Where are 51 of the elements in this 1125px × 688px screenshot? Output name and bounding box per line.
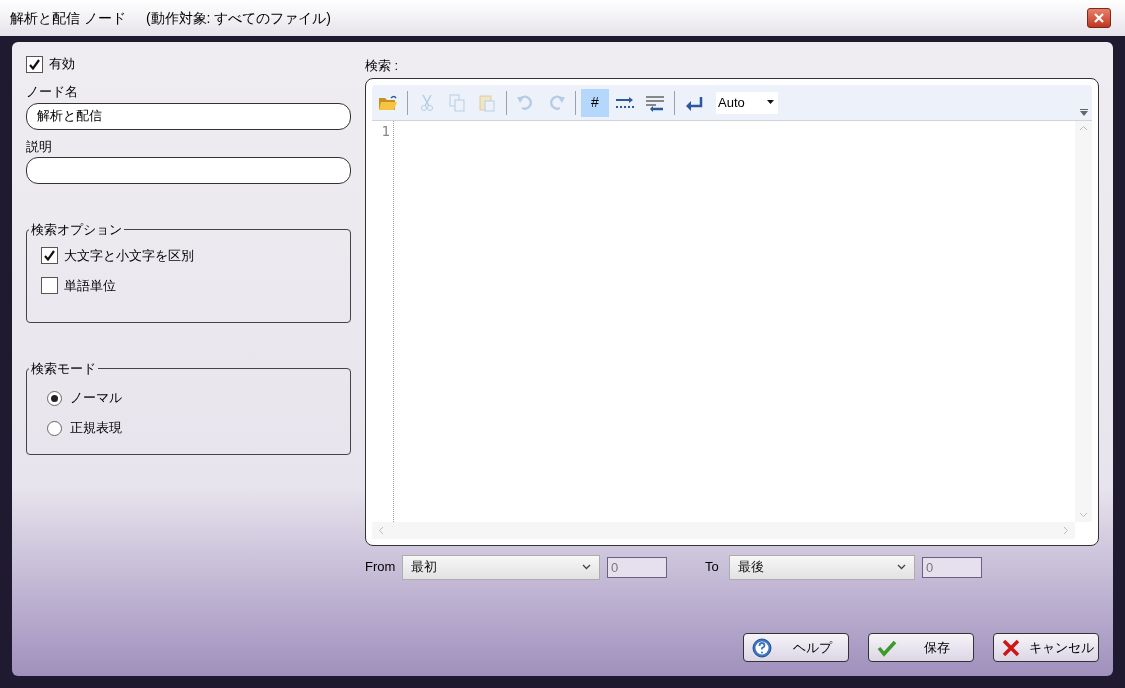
clipboard-icon bbox=[478, 93, 496, 112]
scroll-up-icon bbox=[1079, 125, 1088, 131]
radio-button[interactable] bbox=[47, 390, 62, 406]
offset-field[interactable]: 0 bbox=[607, 556, 667, 578]
copy-icon bbox=[448, 93, 466, 112]
window-title: 解析と配信 ノード bbox=[10, 8, 126, 28]
group-title: 検索モード bbox=[30, 359, 97, 378]
description-field[interactable] bbox=[26, 157, 351, 184]
checkbox[interactable] bbox=[26, 55, 43, 73]
vertical-scrollbar[interactable] bbox=[1075, 121, 1092, 522]
close-button[interactable] bbox=[1087, 8, 1111, 28]
radio-label: ノーマル bbox=[70, 389, 122, 408]
close-icon bbox=[1094, 13, 1104, 23]
scroll-left-icon bbox=[378, 526, 384, 535]
chevron-down-icon bbox=[897, 564, 906, 570]
dropdown-arrow-icon bbox=[767, 100, 774, 105]
checkbox-label: 大文字と小文字を区別 bbox=[64, 246, 194, 265]
close-icon bbox=[1002, 638, 1020, 657]
checkbox[interactable] bbox=[41, 247, 58, 264]
overflow-icon bbox=[1080, 109, 1088, 116]
group-title: 検索オプション bbox=[30, 221, 123, 239]
checkbox-label: 単語単位 bbox=[64, 276, 116, 295]
node-name-field[interactable]: 解析と配信 bbox=[26, 102, 351, 130]
dropdown[interactable]: 最初 bbox=[402, 554, 600, 580]
checkbox-label: 有効 bbox=[49, 55, 75, 74]
checkmark-icon bbox=[877, 638, 897, 657]
dropdown[interactable]: 最後 bbox=[729, 554, 915, 580]
field-label: ノード名 bbox=[26, 83, 79, 101]
scroll-right-icon bbox=[1063, 526, 1069, 535]
line-number: 1 bbox=[381, 122, 390, 141]
dialog-button[interactable]: 保存 bbox=[868, 633, 974, 662]
toolbar-button[interactable]: # bbox=[581, 88, 609, 117]
offset-field[interactable]: 0 bbox=[922, 556, 982, 578]
to-label: To bbox=[705, 558, 720, 577]
chevron-down-icon bbox=[582, 564, 591, 570]
folder-icon bbox=[378, 93, 398, 112]
checkbox[interactable] bbox=[41, 277, 58, 294]
search-label: 検索 : bbox=[365, 57, 400, 75]
radio-button[interactable] bbox=[47, 420, 62, 436]
scroll-down-icon bbox=[1079, 512, 1088, 518]
scissors-icon bbox=[419, 93, 435, 112]
radio-label: 正規表現 bbox=[70, 419, 122, 438]
encoding-dropdown[interactable]: Auto bbox=[716, 91, 778, 114]
window-subtitle: (動作対象: すべてのファイル) bbox=[145, 8, 331, 28]
field-label: 説明 bbox=[26, 137, 53, 156]
help-icon bbox=[752, 637, 772, 658]
word-wrap-icon bbox=[645, 93, 665, 112]
horizontal-scrollbar[interactable] bbox=[372, 522, 1075, 539]
dialog-button[interactable]: ヘルプ bbox=[743, 633, 849, 662]
from-label: From bbox=[365, 558, 397, 577]
dialog-button[interactable]: キャンセル bbox=[993, 633, 1099, 662]
